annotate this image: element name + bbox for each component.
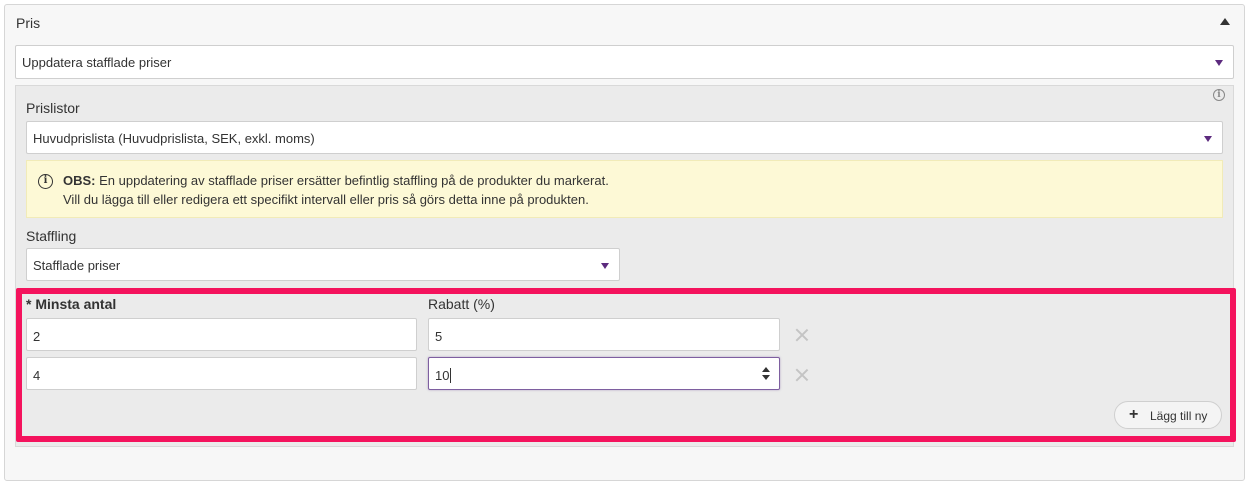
action-select-value: Uppdatera stafflade priser bbox=[22, 55, 172, 70]
notice-line-2: Vill du lägga till eller redigera ett sp… bbox=[63, 192, 589, 207]
panel-header[interactable]: Pris bbox=[5, 5, 1244, 41]
info-circle-icon: i bbox=[38, 174, 53, 189]
chevron-down-icon bbox=[601, 263, 609, 269]
collapse-up-icon[interactable] bbox=[1220, 18, 1230, 25]
panel-title: Pris bbox=[16, 15, 41, 31]
action-select[interactable]: Uppdatera stafflade priser bbox=[15, 45, 1234, 79]
notice-bold: OBS: bbox=[63, 173, 96, 188]
pricelist-select-value: Huvudprislista (Huvudprislista, SEK, exk… bbox=[33, 131, 315, 146]
chevron-down-icon bbox=[1204, 136, 1212, 142]
info-icon[interactable]: i bbox=[1213, 89, 1225, 101]
highlight-frame bbox=[16, 288, 1236, 442]
staffling-select[interactable]: Stafflade priser bbox=[26, 248, 620, 281]
chevron-down-icon bbox=[1215, 60, 1223, 66]
warning-notice: i OBS: En uppdatering av stafflade prise… bbox=[26, 160, 1223, 218]
notice-line-1: OBS: En uppdatering av stafflade priser … bbox=[63, 173, 609, 188]
staffling-label: Staffling bbox=[26, 228, 77, 244]
staffling-select-value: Stafflade priser bbox=[33, 258, 121, 273]
pricelists-label: Prislistor bbox=[26, 100, 80, 116]
pricelist-select[interactable]: Huvudprislista (Huvudprislista, SEK, exk… bbox=[26, 121, 1223, 154]
notice-text-1: En uppdatering av stafflade priser ersät… bbox=[95, 173, 609, 188]
